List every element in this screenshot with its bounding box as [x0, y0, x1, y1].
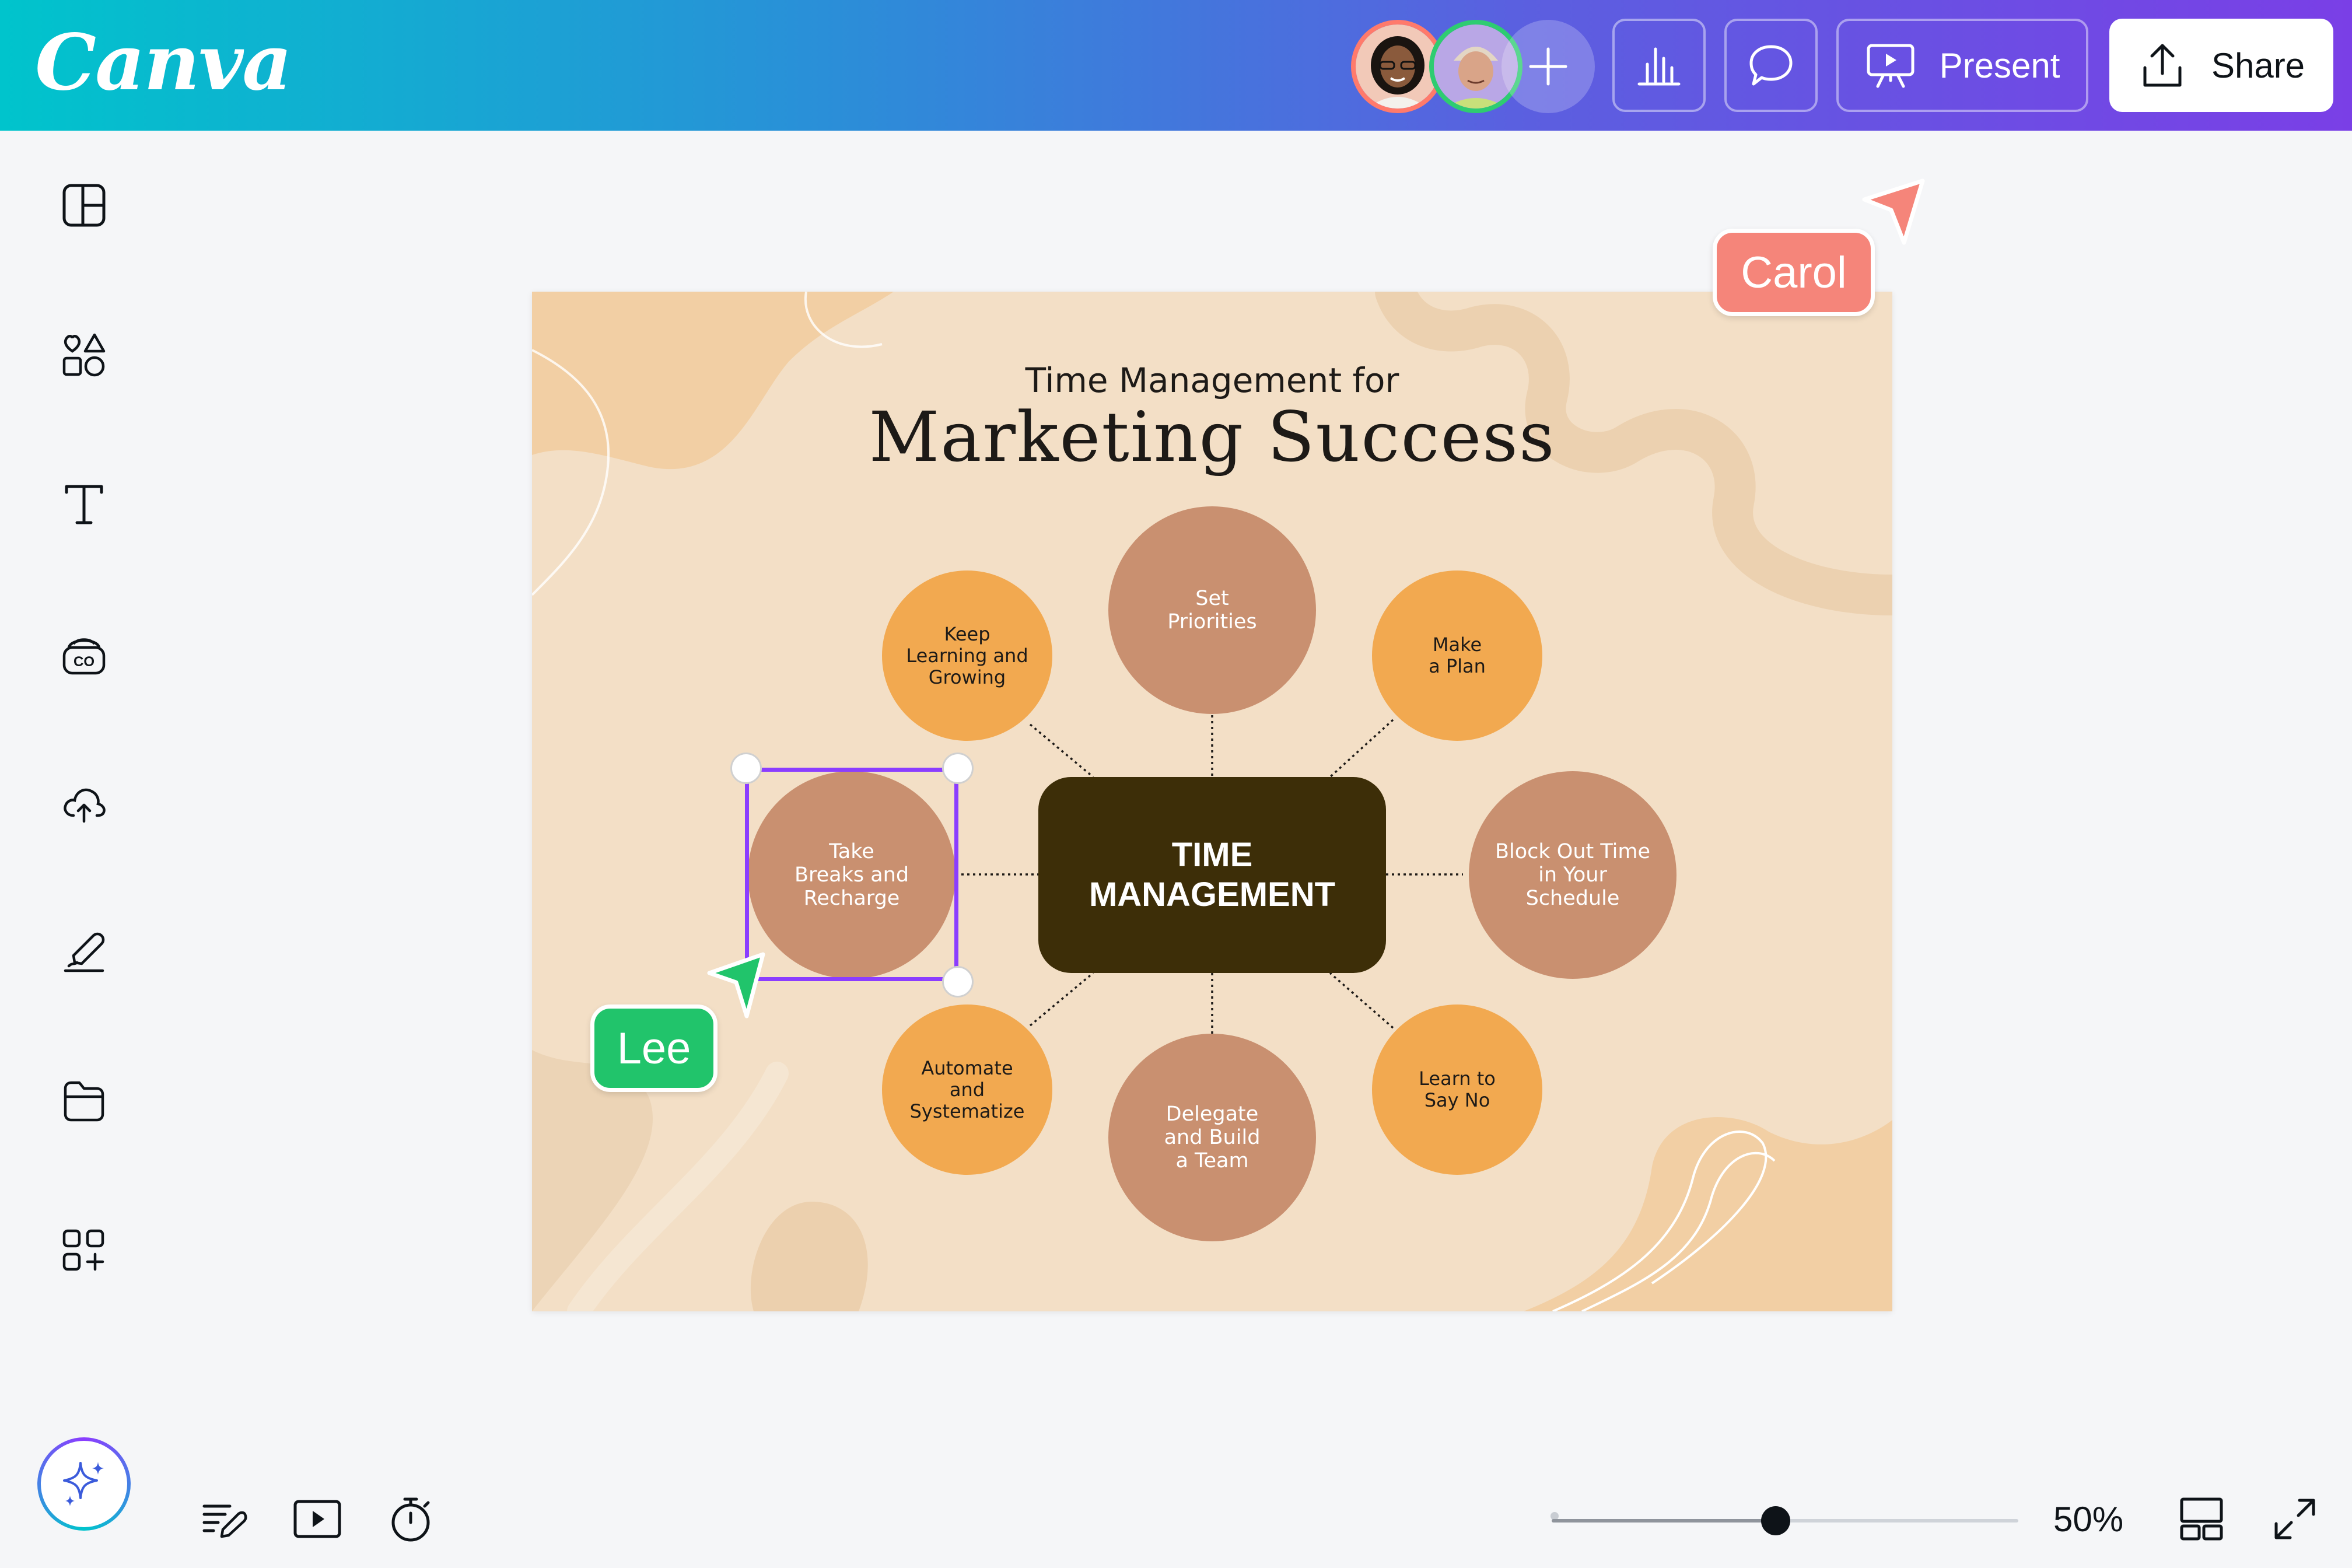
zoom-slider[interactable]	[1550, 1506, 2018, 1535]
comments-button[interactable]	[1724, 19, 1818, 112]
insights-button[interactable]	[1612, 19, 1706, 112]
share-label: Share	[2211, 46, 2305, 85]
design-canvas[interactable]: Time Management for Marketing Success TI…	[532, 292, 1892, 1311]
sidebar-item-projects[interactable]	[58, 1076, 110, 1127]
resize-handle-top-right[interactable]	[942, 752, 974, 784]
plus-icon	[1529, 47, 1567, 86]
node-set-priorities[interactable]: Set Priorities	[1108, 506, 1316, 714]
node-keep-learning[interactable]: Keep Learning and Growing	[882, 570, 1052, 741]
sidebar-item-apps[interactable]	[58, 1225, 110, 1276]
text-icon	[65, 485, 103, 524]
resize-handle-bottom-right[interactable]	[942, 966, 974, 998]
page-view-button[interactable]	[2176, 1493, 2227, 1545]
add-collaborator-button[interactable]	[1502, 20, 1595, 113]
resize-handle-top-left[interactable]	[730, 752, 762, 784]
node-block-out-time[interactable]: Block Out Time in Your Schedule	[1469, 771, 1676, 979]
shapes-icon	[62, 333, 106, 377]
layout-icon	[62, 184, 106, 227]
sidebar-item-design[interactable]	[58, 180, 110, 231]
bar-chart-icon	[1637, 47, 1681, 86]
grid-view-icon	[2180, 1497, 2223, 1541]
node-make-a-plan[interactable]: Make a Plan	[1372, 570, 1542, 741]
carol-cursor-label: Carol	[1713, 229, 1875, 316]
svg-text:CO: CO	[74, 654, 94, 670]
node-automate[interactable]: Automate and Systematize	[882, 1005, 1052, 1175]
zoom-slider-fill	[1552, 1519, 1776, 1522]
node-delegate[interactable]: Delegate and Build a Team	[1108, 1034, 1316, 1241]
share-button[interactable]: Share	[2109, 19, 2333, 112]
sidebar-item-text[interactable]	[58, 478, 110, 530]
zoom-slider-knob[interactable]	[1761, 1506, 1790, 1535]
notes-icon	[202, 1504, 247, 1538]
zoom-value[interactable]: 50%	[2053, 1499, 2123, 1539]
play-button[interactable]	[292, 1493, 343, 1545]
top-bar: Canva Present Share	[0, 0, 2352, 131]
lee-cursor-label: Lee	[590, 1005, 718, 1092]
upload-icon	[2143, 44, 2182, 87]
comment-icon	[1749, 45, 1793, 86]
central-node-time-management[interactable]: TIME MANAGEMENT	[1038, 777, 1386, 973]
selection-box[interactable]	[745, 768, 958, 981]
sidebar-item-elements[interactable]	[58, 329, 110, 380]
sidebar-item-uploads[interactable]	[58, 777, 110, 828]
brand-icon: CO	[62, 638, 106, 675]
notes-button[interactable]	[198, 1493, 250, 1545]
present-icon	[1867, 44, 1915, 88]
sparkle-icon	[63, 1462, 104, 1506]
timer-icon	[391, 1497, 430, 1542]
expand-icon	[2274, 1499, 2315, 1539]
canva-logo[interactable]: Canva	[35, 18, 292, 108]
fullscreen-button[interactable]	[2269, 1493, 2320, 1545]
draw-icon	[64, 932, 105, 972]
play-icon	[293, 1500, 341, 1538]
sidebar-item-draw[interactable]	[58, 926, 110, 978]
present-label: Present	[1939, 46, 2060, 85]
folder-icon	[64, 1081, 104, 1122]
magic-assistant-button[interactable]	[37, 1437, 131, 1531]
present-button[interactable]: Present	[1836, 19, 2088, 112]
cloud-upload-icon	[64, 788, 106, 823]
apps-icon	[62, 1229, 104, 1271]
sidebar-item-brand[interactable]: CO	[58, 628, 110, 679]
timer-button[interactable]	[385, 1493, 436, 1545]
node-say-no[interactable]: Learn to Say No	[1372, 1005, 1542, 1175]
